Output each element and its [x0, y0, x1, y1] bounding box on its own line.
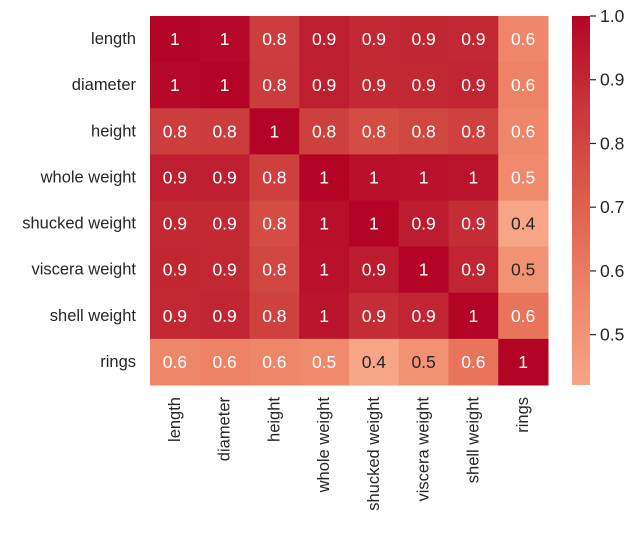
cell-annotation: 0.6: [262, 352, 286, 372]
x-tick-label: diameter: [216, 397, 234, 462]
colorbar-ticks: 0.5 0.6 0.7 0.8 0.9 1.0: [590, 6, 625, 345]
cell-annotation: 0.5: [411, 352, 435, 372]
cell-annotation: 1: [270, 121, 280, 141]
cell-annotation: 0.9: [461, 29, 485, 49]
cell-annotation: 0.4: [362, 352, 387, 372]
cell-annotation: 1: [319, 260, 329, 280]
cell-annotation: 1: [220, 75, 230, 95]
cell-annotation: 0.5: [511, 260, 535, 280]
cell-annotation: 0.9: [212, 260, 236, 280]
x-tick-label: length: [166, 397, 184, 442]
cell-annotation: 1: [469, 167, 479, 187]
heatmap-cells: [150, 16, 549, 386]
cell-annotation: 0.6: [511, 29, 535, 49]
cell-annotation: 0.9: [362, 75, 386, 95]
cell-annotation: 0.9: [212, 167, 236, 187]
cell-annotation: 0.9: [461, 260, 485, 280]
x-tick-label: viscera weight: [415, 397, 433, 502]
cell-annotation: 1: [369, 167, 379, 187]
cell-annotation: 0.6: [461, 352, 485, 372]
colorbar: 0.5 0.6 0.7 0.8 0.9 1.0: [572, 6, 625, 385]
colorbar-tick-label: 0.7: [600, 197, 624, 217]
cell-annotation: 1: [319, 306, 329, 326]
colorbar-gradient: [572, 16, 590, 385]
colorbar-tick-label: 1.0: [600, 6, 625, 26]
cell-annotation: 1: [170, 75, 180, 95]
y-tick-label: shell weight: [50, 307, 137, 325]
cell-annotation: 1: [319, 214, 329, 234]
cell-annotation: 0.6: [511, 121, 535, 141]
x-tick-label: rings: [514, 397, 532, 433]
y-tick-label: whole weight: [40, 168, 137, 186]
cell-annotation: 0.8: [411, 121, 435, 141]
cell-annotation: 0.8: [461, 121, 485, 141]
y-tick-label: viscera weight: [31, 261, 136, 279]
colorbar-tick-label: 0.8: [600, 133, 624, 153]
cell-annotation: 0.9: [411, 75, 435, 95]
cell-annotation: 0.6: [163, 352, 187, 372]
cell-annotation: 0.9: [212, 306, 236, 326]
cell-annotation: 0.9: [411, 214, 435, 234]
cell-annotation: 0.9: [411, 306, 435, 326]
cell-annotation: 1: [170, 29, 180, 49]
colorbar-tick-label: 0.5: [600, 325, 624, 345]
cell-annotation: 0.8: [262, 29, 286, 49]
cell-annotation: 1: [220, 29, 230, 49]
cell-annotation: 0.9: [163, 306, 187, 326]
cell-annotation: 1: [469, 306, 479, 326]
cell-annotation: 1: [419, 260, 429, 280]
y-tick-label: length: [91, 30, 136, 48]
y-tick-label: rings: [100, 353, 136, 371]
correlation-heatmap: 1 1 0.8 0.9 0.9 0.9 0.9 0.6 1 1 0.8 0.9 0.9 0.9 0.9 0.6…: [22, 6, 625, 511]
x-tick-label: shell weight: [464, 397, 482, 484]
cell-annotation: 0.8: [163, 121, 187, 141]
cell-annotation: 0.9: [312, 29, 336, 49]
cell-annotation: 0.9: [212, 214, 236, 234]
cell-annotation: 0.8: [262, 167, 286, 187]
cell-annotation: 0.9: [461, 75, 485, 95]
cell-annotation: 0.9: [312, 75, 336, 95]
cell-annotation: 0.6: [511, 306, 535, 326]
y-tick-label: diameter: [72, 76, 137, 94]
y-tick-label: height: [91, 122, 136, 140]
cell-annotation: 0.8: [262, 214, 286, 234]
cell-annotation: 1: [369, 214, 379, 234]
cell-annotation: 1: [419, 167, 429, 187]
cell-annotation: 0.8: [212, 121, 236, 141]
y-tick-label: shucked weight: [22, 215, 136, 233]
cell-annotation: 0.6: [511, 75, 535, 95]
cell-annotation: 0.8: [262, 260, 286, 280]
cell-annotation: 0.9: [411, 29, 435, 49]
x-tick-labels: length diameter height whole weight shucked …: [166, 397, 532, 511]
cell-annotation: 0.5: [511, 167, 535, 187]
cell-annotation: 0.4: [511, 214, 536, 234]
cell-annotation: 0.9: [163, 167, 187, 187]
cell-annotation: 0.9: [362, 29, 386, 49]
colorbar-tick-label: 0.6: [600, 261, 624, 281]
x-tick-label: shucked weight: [365, 397, 383, 511]
cell-annotation: 0.8: [362, 121, 386, 141]
cell-annotation: 1: [319, 167, 329, 187]
cell-annotation: 0.8: [262, 306, 286, 326]
cell-annotation: 0.8: [312, 121, 336, 141]
y-tick-labels: length diameter height whole weight shucked …: [22, 30, 136, 371]
cell-annotation: 0.9: [461, 214, 485, 234]
colorbar-tick-label: 0.9: [600, 70, 624, 90]
cell-annotation: 0.5: [312, 352, 336, 372]
x-tick-label: height: [265, 397, 283, 442]
x-tick-label: whole weight: [315, 397, 333, 494]
cell-annotation: 0.9: [163, 214, 187, 234]
cell-annotation: 0.9: [163, 260, 187, 280]
cell-annotation: 0.9: [362, 260, 386, 280]
cell-annotation: 0.6: [212, 352, 236, 372]
cell-annotation: 0.8: [262, 75, 286, 95]
cell-annotation: 0.9: [362, 306, 386, 326]
cell-annotation: 1: [518, 352, 528, 372]
